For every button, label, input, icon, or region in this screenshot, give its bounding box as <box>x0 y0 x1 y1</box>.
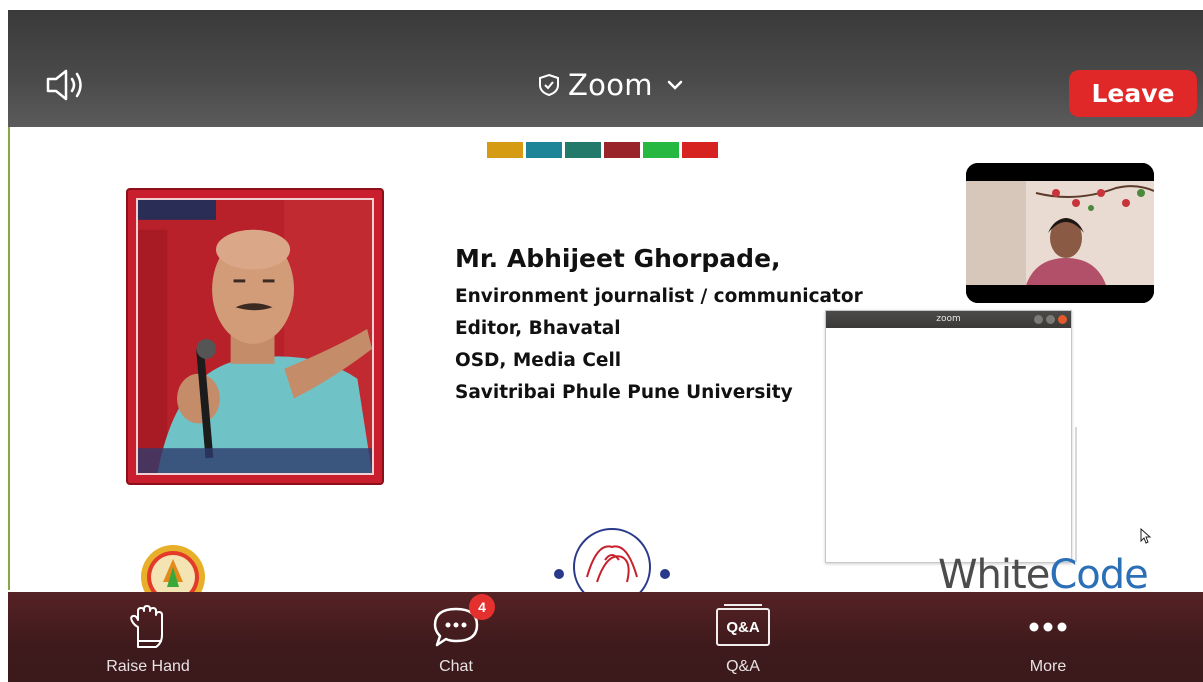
raise-hand-icon <box>130 605 163 648</box>
color-swatch <box>682 142 718 158</box>
speaker-title: Environment journalist / communicator <box>455 286 863 307</box>
color-stripe <box>487 142 718 158</box>
more-button[interactable]: More <box>978 592 1118 682</box>
window-frame-left <box>0 0 8 682</box>
meeting-title: Zoom <box>568 68 653 102</box>
color-swatch <box>565 142 601 158</box>
leave-button[interactable]: Leave <box>1069 70 1197 117</box>
speaker-photo-frame <box>126 188 384 485</box>
zoom-app-window[interactable]: zoom <box>825 310 1072 563</box>
close-icon[interactable] <box>1058 315 1067 324</box>
more-label: More <box>1029 658 1067 675</box>
meeting-top-bar: Zoom Leave <box>8 10 1203 127</box>
color-swatch <box>487 142 523 158</box>
qa-button[interactable]: Q&A Q&A <box>673 592 813 682</box>
chat-label: Chat <box>439 658 473 675</box>
minimize-icon[interactable] <box>1034 315 1043 324</box>
window-frame-top <box>0 0 1203 10</box>
zoom-window-titlebar[interactable]: zoom <box>826 311 1071 328</box>
zoom-window-title: zoom <box>936 314 961 324</box>
speaker-title: Editor, Bhavatal <box>455 318 621 339</box>
color-swatch <box>604 142 640 158</box>
qa-icon: Q&A <box>716 604 770 646</box>
iqac-logo <box>141 545 205 592</box>
watermark-text: Code <box>1049 552 1148 592</box>
whitecode-watermark: WhiteCode <box>938 552 1149 592</box>
color-swatch <box>643 142 679 158</box>
slide-border <box>8 120 10 590</box>
mouse-cursor-icon <box>1140 528 1152 544</box>
qa-label: Q&A <box>726 658 760 675</box>
meeting-toolbar: Raise Hand 4 Chat Q&A Q&A More <box>8 592 1203 682</box>
color-swatch <box>526 142 562 158</box>
maximize-icon[interactable] <box>1046 315 1055 324</box>
scrollbar[interactable] <box>1075 427 1077 562</box>
watermark-text: White <box>938 552 1050 592</box>
speaker-name: Mr. Abhijeet Ghorpade, <box>455 244 781 273</box>
raise-hand-label: Raise Hand <box>106 658 190 675</box>
meeting-title-dropdown[interactable]: Zoom <box>538 65 683 105</box>
speaker-icon[interactable] <box>44 68 90 102</box>
raise-hand-button[interactable]: Raise Hand <box>78 592 218 682</box>
speaker-photo <box>136 198 374 475</box>
speaker-title: OSD, Media Cell <box>455 350 622 371</box>
speaker-affiliation: Savitribai Phule Pune University <box>455 382 793 403</box>
chat-button[interactable]: 4 Chat <box>386 592 526 682</box>
more-icon <box>1029 622 1067 632</box>
shield-check-icon <box>539 73 559 97</box>
participant-video[interactable] <box>966 163 1154 303</box>
unread-badge: 4 <box>469 594 495 620</box>
chevron-down-icon <box>667 80 683 90</box>
university-emblem <box>554 528 670 592</box>
